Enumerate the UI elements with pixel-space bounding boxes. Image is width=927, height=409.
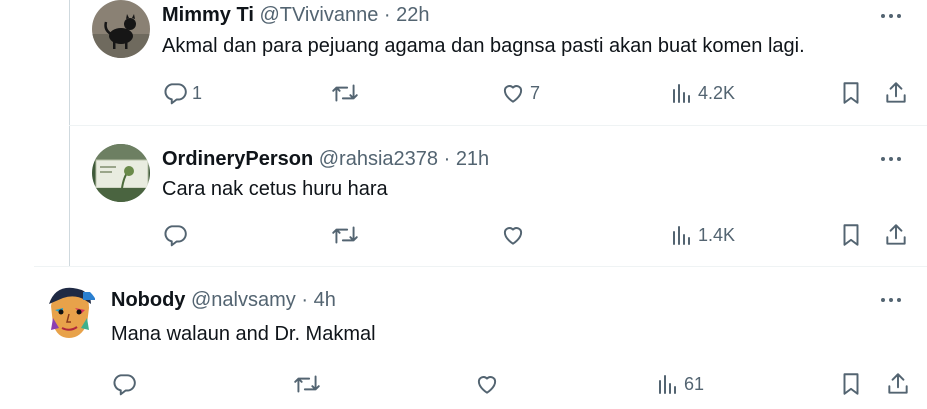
view-count: 61 xyxy=(684,373,705,394)
reply-button[interactable]: 1 xyxy=(162,80,202,106)
share-icon xyxy=(886,82,906,103)
share-icon xyxy=(888,373,908,394)
reply-button[interactable] xyxy=(111,371,141,397)
view-count: 1.4K xyxy=(698,224,736,245)
views-chart-icon xyxy=(673,84,690,103)
avatar[interactable] xyxy=(41,284,99,342)
display-name[interactable]: Nobody xyxy=(111,289,185,311)
tweet-text: Mana walaun and Dr. Makmal xyxy=(111,323,376,345)
bookmark-button[interactable] xyxy=(838,222,864,248)
retweet-button[interactable] xyxy=(330,222,364,248)
like-button[interactable] xyxy=(500,222,530,248)
display-name[interactable]: Mimmy Ti xyxy=(162,4,254,26)
reply-icon xyxy=(164,83,187,105)
landscape-photo-avatar-icon xyxy=(92,144,150,202)
bookmark-icon xyxy=(843,373,859,395)
tweet[interactable]: Nobody @nalvsamy · 4h Mana walaun and Dr… xyxy=(0,267,927,409)
pop-art-face-avatar-icon xyxy=(41,284,99,342)
views-chart-icon xyxy=(673,226,690,245)
more-button[interactable] xyxy=(877,4,905,28)
avatar[interactable] xyxy=(92,0,150,58)
separator-dot: · xyxy=(443,148,451,170)
more-icon xyxy=(881,298,901,302)
reply-button[interactable] xyxy=(162,222,192,248)
display-name[interactable]: OrdineryPerson xyxy=(162,148,313,170)
reply-count: 1 xyxy=(192,82,203,103)
retweet-button[interactable] xyxy=(292,371,326,397)
like-count: 7 xyxy=(530,82,541,103)
separator-dot: · xyxy=(301,289,309,311)
view-count: 4.2K xyxy=(698,82,736,103)
more-button[interactable] xyxy=(877,288,905,312)
views-button[interactable]: 61 xyxy=(656,371,704,397)
more-button[interactable] xyxy=(877,147,905,171)
retweet-icon xyxy=(332,84,358,102)
timestamp[interactable]: 4h xyxy=(314,289,336,311)
reply-icon xyxy=(113,374,136,396)
like-button[interactable] xyxy=(474,371,504,397)
like-button[interactable]: 7 xyxy=(500,80,540,106)
bookmark-icon xyxy=(843,224,859,246)
tweet-text: Cara nak cetus huru hara xyxy=(162,178,388,200)
share-button[interactable] xyxy=(885,371,911,397)
timestamp[interactable]: 22h xyxy=(396,4,429,26)
views-button[interactable]: 4.2K xyxy=(670,80,735,106)
bookmark-icon xyxy=(843,82,859,104)
heart-icon xyxy=(503,85,523,103)
more-icon xyxy=(881,14,901,18)
user-handle[interactable]: @rahsia2378 xyxy=(319,148,438,170)
bookmark-button[interactable] xyxy=(838,80,864,106)
reply-icon xyxy=(164,225,187,247)
share-icon xyxy=(886,224,906,245)
avatar[interactable] xyxy=(92,144,150,202)
more-icon xyxy=(881,157,901,161)
share-button[interactable] xyxy=(883,80,909,106)
user-handle[interactable]: @nalvsamy xyxy=(191,289,296,311)
black-cat-avatar-icon xyxy=(92,0,150,58)
retweet-icon xyxy=(332,226,358,244)
views-button[interactable]: 1.4K xyxy=(670,222,735,248)
separator-dot: · xyxy=(383,4,391,26)
tweet[interactable]: OrdineryPerson @rahsia2378 · 21h Cara na… xyxy=(0,126,927,266)
tweet-text: Akmal dan para pejuang agama dan bagnsa … xyxy=(162,35,805,57)
heart-icon xyxy=(477,376,497,394)
views-chart-icon xyxy=(659,375,676,394)
user-handle[interactable]: @TVivivanne xyxy=(259,4,378,26)
timestamp[interactable]: 21h xyxy=(456,148,489,170)
retweet-button[interactable] xyxy=(330,80,364,106)
tweet[interactable]: Mimmy Ti @TVivivanne · 22h Akmal dan par… xyxy=(0,0,927,125)
bookmark-button[interactable] xyxy=(838,371,864,397)
share-button[interactable] xyxy=(883,222,909,248)
retweet-icon xyxy=(294,375,320,393)
heart-icon xyxy=(503,227,523,245)
